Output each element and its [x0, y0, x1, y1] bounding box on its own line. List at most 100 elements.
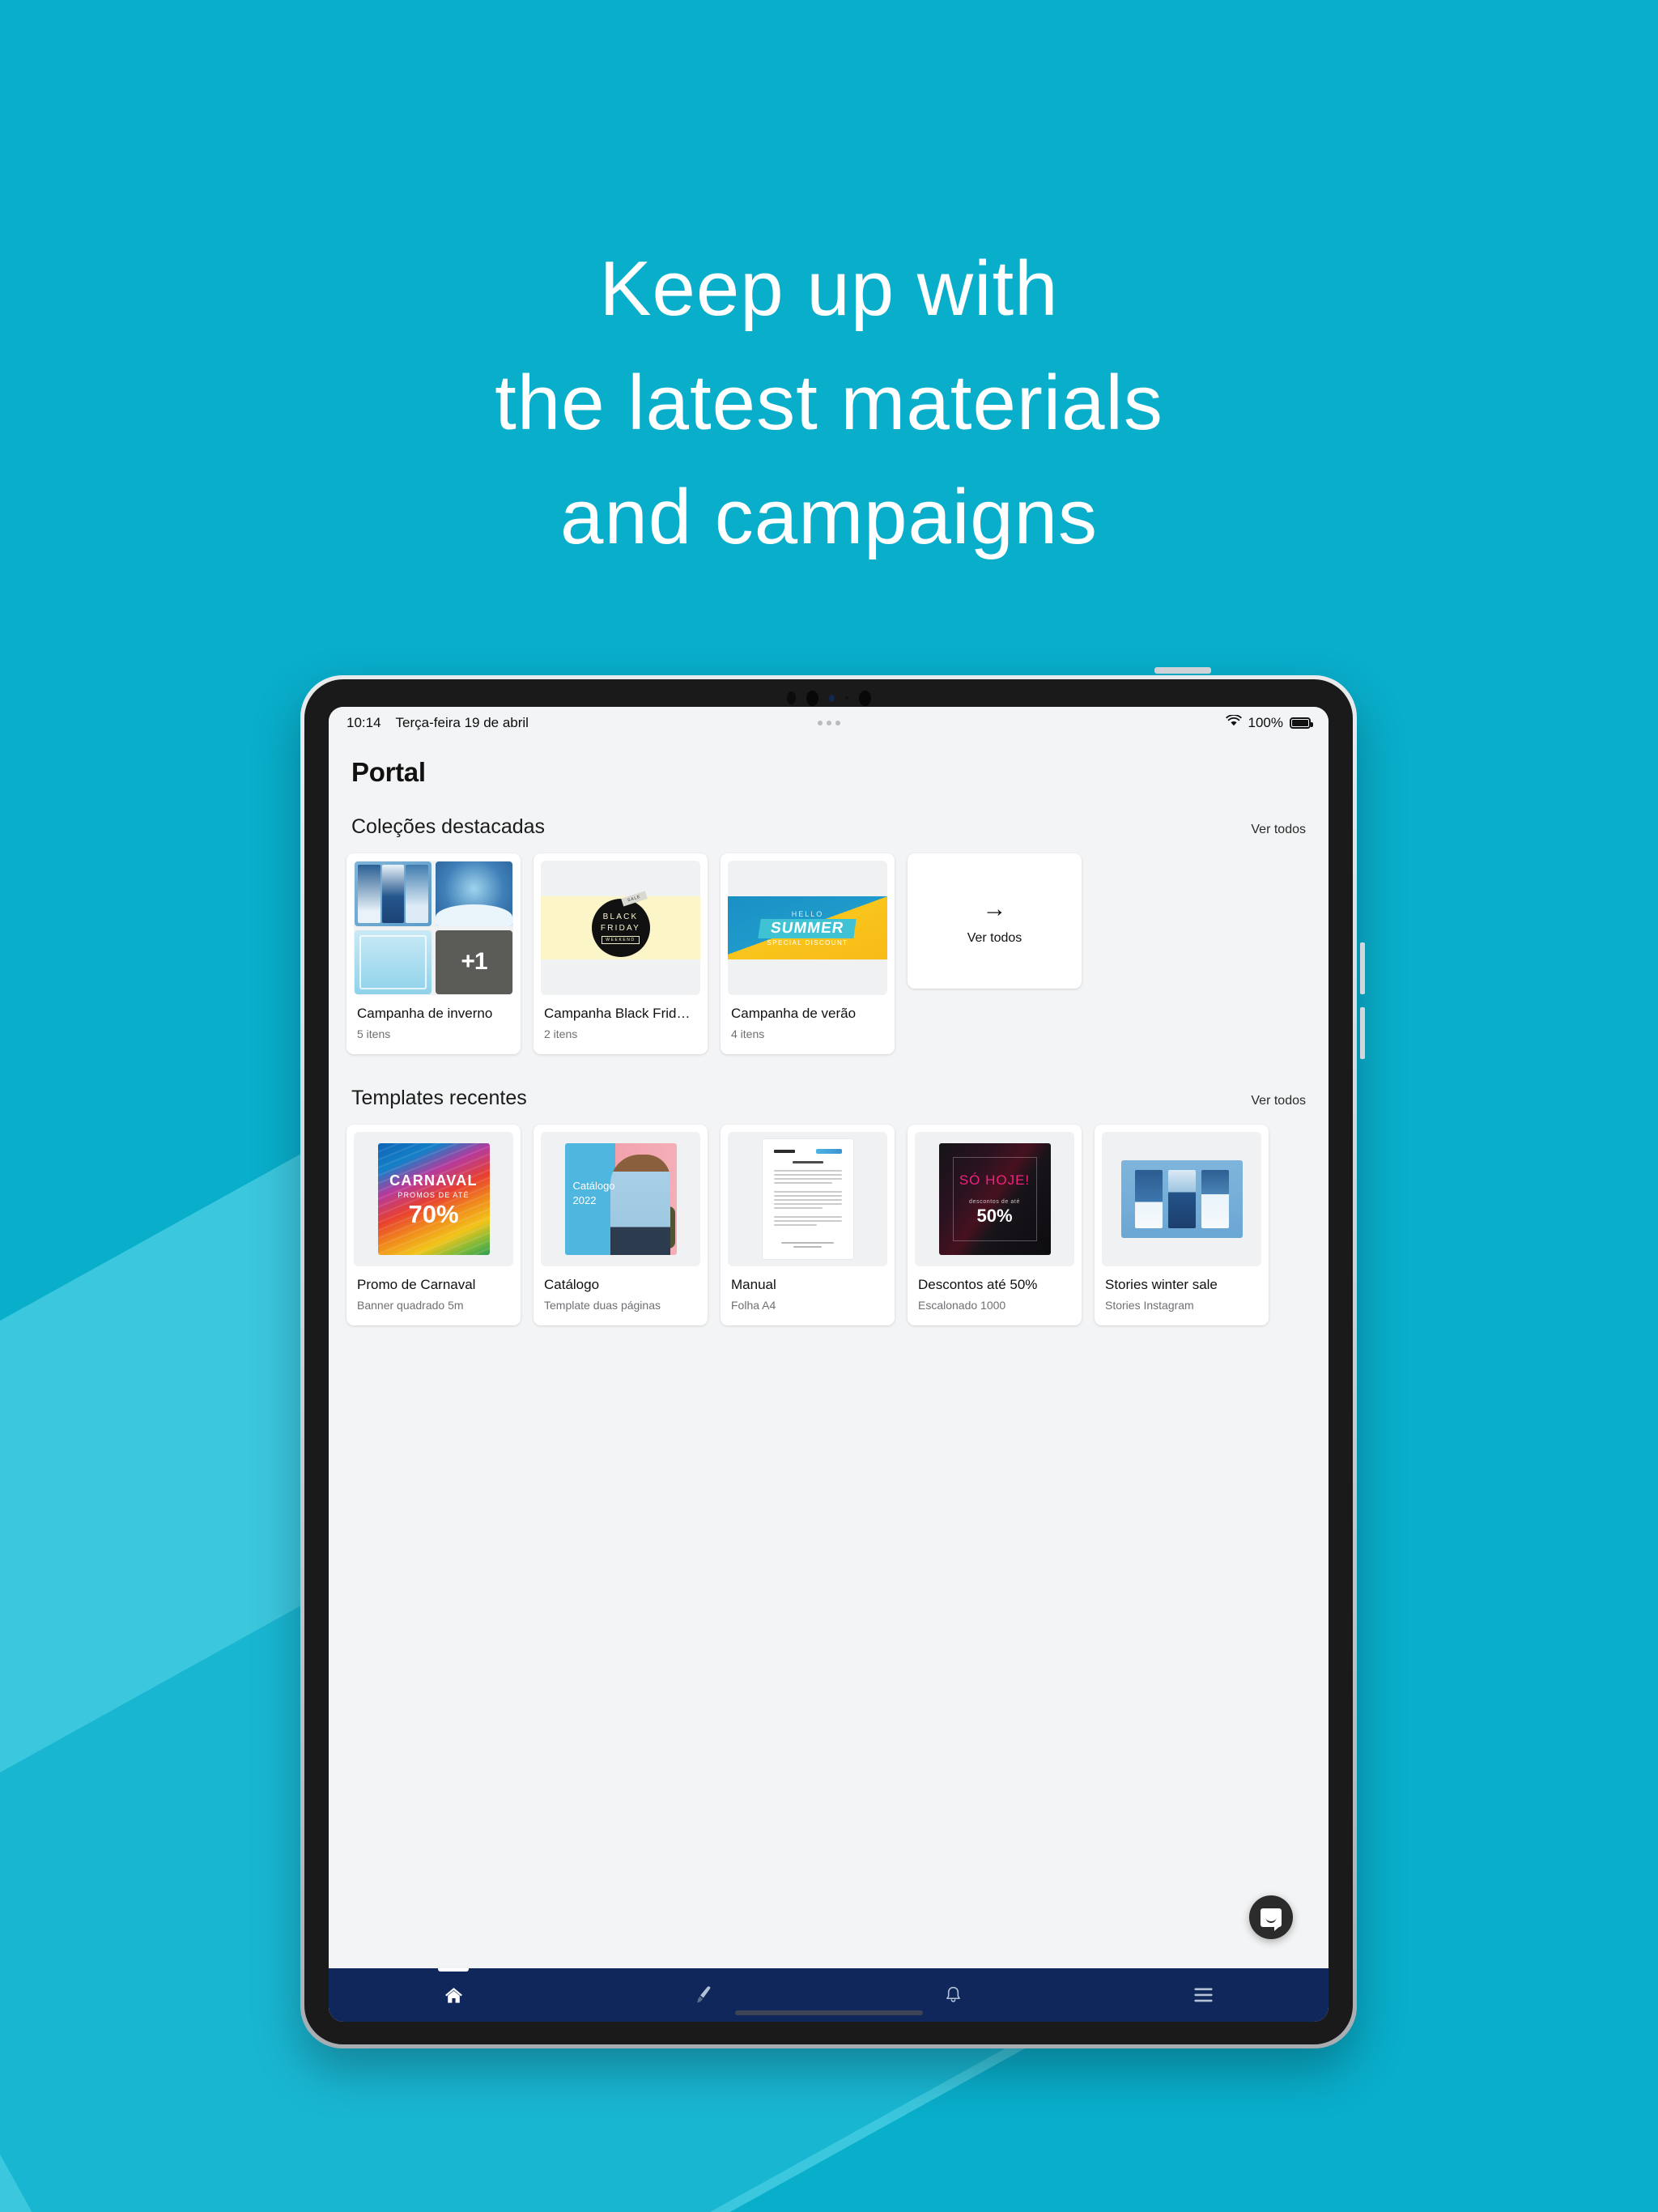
- collection-card-black-friday[interactable]: SALE BLACK FRIDAY WEEKEND Campanha Black…: [534, 853, 708, 1054]
- support-chat-button[interactable]: [1249, 1895, 1293, 1939]
- template-card-stories-winter[interactable]: Stories winter sale Stories Instagram: [1095, 1125, 1269, 1325]
- camera-icon: [806, 690, 818, 706]
- chat-bubble-icon: [1261, 1908, 1282, 1931]
- collection-thumb-overflow: +1: [436, 929, 512, 994]
- carnaval-art: CARNAVAL PROMOS DE ATÉ 70%: [377, 1143, 490, 1255]
- sale-tag-label: SALE: [620, 891, 648, 907]
- camera-lens-icon: [828, 694, 835, 702]
- see-all-link-templates[interactable]: Ver todos: [1251, 1094, 1306, 1108]
- template-card-catalogo[interactable]: Catálogo 2022 Catálogo Template duas pág…: [534, 1125, 708, 1325]
- page-title: Portal: [351, 757, 426, 787]
- see-all-card-collections[interactable]: → Ver todos: [908, 853, 1082, 989]
- template-card-manual[interactable]: Manual Folha A4: [721, 1125, 895, 1325]
- brush-icon: [696, 1985, 711, 2002]
- summer-hello-label: HELLO: [791, 909, 824, 918]
- template-thumbnail: [728, 1132, 887, 1266]
- card-subtitle: 5 itens: [357, 1027, 391, 1040]
- black-friday-art: SALE BLACK FRIDAY WEEKEND: [541, 891, 700, 959]
- section-header-templates: Templates recentes Ver todos: [351, 1087, 1306, 1110]
- volume-down-button[interactable]: [1360, 1007, 1365, 1059]
- tablet-screen: 10:14 Terça-feira 19 de abril 100% Porta…: [329, 707, 1329, 2022]
- hamburger-menu-icon: [1194, 1988, 1213, 2002]
- status-bar-time: 10:14: [346, 715, 381, 730]
- card-subtitle: Folha A4: [731, 1299, 776, 1312]
- active-tab-indicator: [438, 1968, 470, 1972]
- story-panel: [1167, 1170, 1196, 1228]
- headline-line-1: Keep up with: [599, 245, 1059, 332]
- card-title: Descontos até 50%: [918, 1277, 1038, 1292]
- multitask-handle[interactable]: [817, 721, 840, 725]
- summer-art: HELLO SUMMER SPECIAL DISCOUNT: [728, 896, 887, 959]
- card-subtitle: Stories Instagram: [1105, 1299, 1194, 1312]
- so-hoje-percent-label: 50%: [976, 1205, 1013, 1226]
- section-title: Templates recentes: [351, 1087, 527, 1109]
- carnaval-title-label: CARNAVAL: [389, 1172, 478, 1189]
- arrow-right-icon: →: [982, 895, 1007, 922]
- template-thumbnail: SÓ HOJE! descontos de até 50%: [915, 1132, 1074, 1266]
- carnaval-percent-label: 70%: [408, 1199, 459, 1228]
- collection-thumbnail: HELLO SUMMER SPECIAL DISCOUNT: [728, 861, 887, 995]
- black-friday-line-1: BLACK: [602, 912, 639, 921]
- card-title: Stories winter sale: [1105, 1277, 1218, 1292]
- summer-main-label: SUMMER: [758, 918, 857, 938]
- section-title: Coleções destacadas: [351, 815, 546, 838]
- card-subtitle: Banner quadrado 5m: [357, 1299, 464, 1312]
- battery-icon: [1290, 717, 1313, 729]
- collection-thumbnail: SALE BLACK FRIDAY WEEKEND: [541, 861, 700, 995]
- card-title: Catálogo: [544, 1277, 600, 1292]
- model-photo-shape: [610, 1155, 670, 1255]
- so-hoje-art: SÓ HOJE! descontos de até 50%: [938, 1143, 1051, 1255]
- status-bar: 10:14 Terça-feira 19 de abril 100%: [329, 707, 1329, 739]
- card-subtitle: Template duas páginas: [544, 1299, 661, 1312]
- sensor-icon: [786, 691, 796, 704]
- black-friday-badge: WEEKEND: [602, 936, 640, 944]
- doc-title-mark: [792, 1161, 823, 1163]
- template-thumbnail: [1102, 1132, 1261, 1266]
- see-all-card-label: Ver todos: [967, 930, 1022, 945]
- card-title: Campanha de inverno: [357, 1006, 493, 1021]
- section-header-collections: Coleções destacadas Ver todos: [351, 815, 1306, 839]
- nav-item-menu[interactable]: [1078, 1968, 1329, 2022]
- catalogo-year-label: 2022: [572, 1193, 597, 1206]
- templates-row: CARNAVAL PROMOS DE ATÉ 70% Promo de Carn…: [346, 1125, 1311, 1325]
- stories-winter-art: [1120, 1160, 1243, 1238]
- collections-row: +1 Campanha de inverno 5 itens SALE BLAC…: [346, 853, 1311, 1054]
- headline-line-2: the latest materials: [495, 359, 1163, 447]
- collection-card-winter[interactable]: +1 Campanha de inverno 5 itens: [346, 853, 521, 1054]
- marketing-headline: Keep up with the latest materials and ca…: [0, 232, 1658, 574]
- bell-icon: [946, 1986, 961, 2002]
- home-icon: [444, 1987, 462, 2003]
- bottom-navigation: [329, 1968, 1329, 2022]
- card-title: Manual: [731, 1277, 776, 1292]
- story-panel: [1201, 1170, 1229, 1228]
- headline-line-3: and campaigns: [559, 474, 1099, 561]
- card-title: Promo de Carnaval: [357, 1277, 476, 1292]
- black-friday-line-2: FRIDAY: [600, 923, 641, 933]
- story-panel: [1134, 1170, 1163, 1228]
- card-title: Campanha Black Frid…: [544, 1006, 691, 1021]
- collection-thumbnail-grid: +1: [354, 861, 513, 995]
- template-card-descontos[interactable]: SÓ HOJE! descontos de até 50% Descontos …: [908, 1125, 1082, 1325]
- home-gesture-bar[interactable]: [734, 2010, 923, 2015]
- tablet-device-mockup: 10:14 Terça-feira 19 de abril 100% Porta…: [300, 667, 1365, 2048]
- collection-thumb: [355, 861, 432, 926]
- battery-percent-label: 100%: [1248, 715, 1283, 730]
- power-button[interactable]: [1154, 667, 1211, 674]
- card-subtitle: 4 itens: [731, 1027, 765, 1040]
- catalogo-title-label: Catálogo: [572, 1180, 615, 1192]
- template-card-carnaval[interactable]: CARNAVAL PROMOS DE ATÉ 70% Promo de Carn…: [346, 1125, 521, 1325]
- see-all-link-collections[interactable]: Ver todos: [1251, 823, 1306, 837]
- summer-sub-label: SPECIAL DISCOUNT: [767, 938, 848, 946]
- sensor-icon: [858, 690, 871, 706]
- card-subtitle: Escalonado 1000: [918, 1299, 1006, 1312]
- wifi-icon: [1225, 714, 1242, 731]
- carnaval-sub-label: PROMOS DE ATÉ: [397, 1190, 470, 1199]
- sensor-dot-icon: [844, 696, 848, 700]
- so-hoje-sub-label: descontos de até: [969, 1198, 1020, 1205]
- nav-item-home[interactable]: [329, 1968, 579, 2022]
- portal-content: Portal Coleções destacadas Ver todos +1 …: [329, 739, 1329, 1968]
- volume-up-button[interactable]: [1360, 942, 1365, 994]
- collection-card-summer[interactable]: HELLO SUMMER SPECIAL DISCOUNT Campanha d…: [721, 853, 895, 1054]
- tablet-bezel: 10:14 Terça-feira 19 de abril 100% Porta…: [304, 679, 1353, 2044]
- document-page-art: [762, 1139, 853, 1259]
